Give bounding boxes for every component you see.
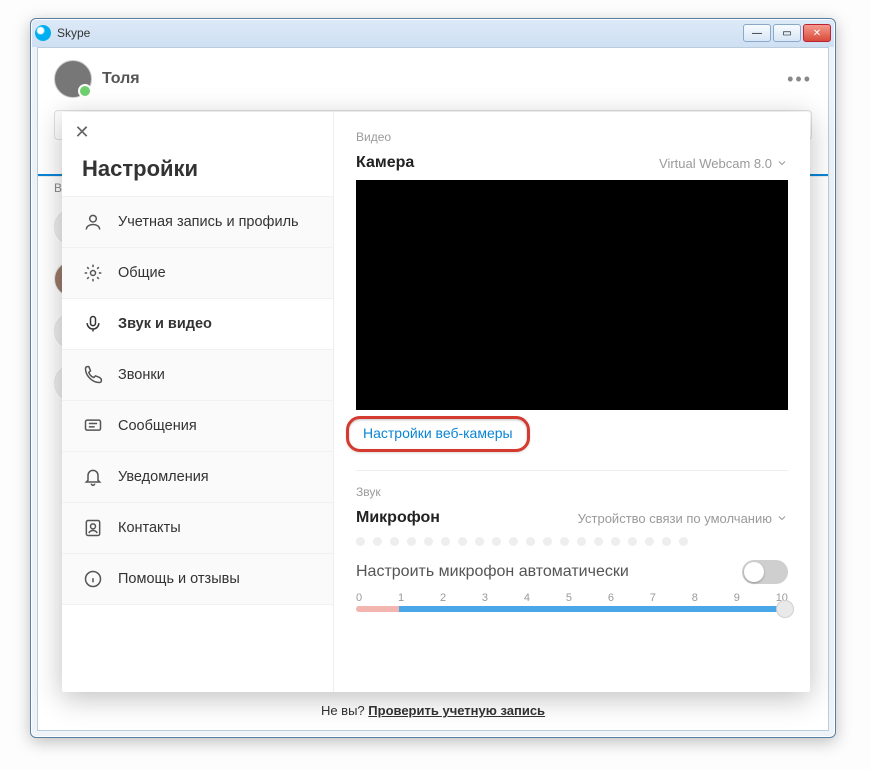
maximize-button[interactable]: ▭ — [773, 24, 801, 42]
nav-audio-video[interactable]: Звук и видео — [62, 298, 333, 349]
titlebar: Skype — ▭ ✕ — [31, 19, 835, 47]
minimize-button[interactable]: — — [743, 24, 771, 42]
nav-contacts[interactable]: Контакты — [62, 502, 333, 553]
info-icon — [82, 568, 104, 590]
contacts-icon — [82, 517, 104, 539]
microphone-icon — [82, 313, 104, 335]
slider-thumb[interactable] — [776, 600, 794, 618]
close-button[interactable]: ✕ — [803, 24, 831, 42]
nav-help[interactable]: Помощь и отзывы — [62, 553, 333, 605]
auto-mic-label: Настроить микрофон автоматически — [356, 563, 629, 581]
video-section-label: Видео — [356, 130, 788, 144]
annotation-highlight: Настройки веб-камеры — [346, 416, 530, 452]
mic-selector[interactable]: Устройство связи по умолчанию — [578, 511, 788, 526]
close-icon[interactable]: ✕ — [62, 112, 102, 152]
phone-icon — [82, 364, 104, 386]
mic-volume-slider[interactable]: 0 1 2 3 4 5 6 7 8 9 10 — [356, 592, 788, 612]
divider — [356, 470, 788, 471]
user-icon — [82, 211, 104, 233]
nav-messages[interactable]: Сообщения — [62, 400, 333, 451]
nav-general[interactable]: Общие — [62, 247, 333, 298]
camera-selector[interactable]: Virtual Webcam 8.0 — [659, 156, 788, 171]
chevron-down-icon — [776, 512, 788, 524]
nav-account[interactable]: Учетная запись и профиль — [62, 196, 333, 247]
settings-title: Настройки — [62, 152, 333, 196]
nav-calls[interactable]: Звонки — [62, 349, 333, 400]
nav-notifications[interactable]: Уведомления — [62, 451, 333, 502]
webcam-settings-link[interactable]: Настройки веб-камеры — [363, 425, 513, 441]
camera-label: Камера — [356, 154, 414, 172]
settings-modal: ✕ Настройки Учетная запись и профиль Общ… — [62, 112, 810, 692]
skype-icon — [35, 25, 51, 41]
audio-section-label: Звук — [356, 485, 788, 499]
mic-level-meter — [356, 537, 788, 546]
message-icon — [82, 415, 104, 437]
window-title: Skype — [57, 26, 743, 40]
camera-preview — [356, 180, 788, 410]
bell-icon — [82, 466, 104, 488]
gear-icon — [82, 262, 104, 284]
chevron-down-icon — [776, 157, 788, 169]
mic-label: Микрофон — [356, 509, 440, 527]
slider-track — [356, 606, 788, 612]
app-window: Skype — ▭ ✕ Толя ••• П Чат — [30, 18, 836, 738]
auto-mic-toggle[interactable] — [742, 560, 788, 584]
